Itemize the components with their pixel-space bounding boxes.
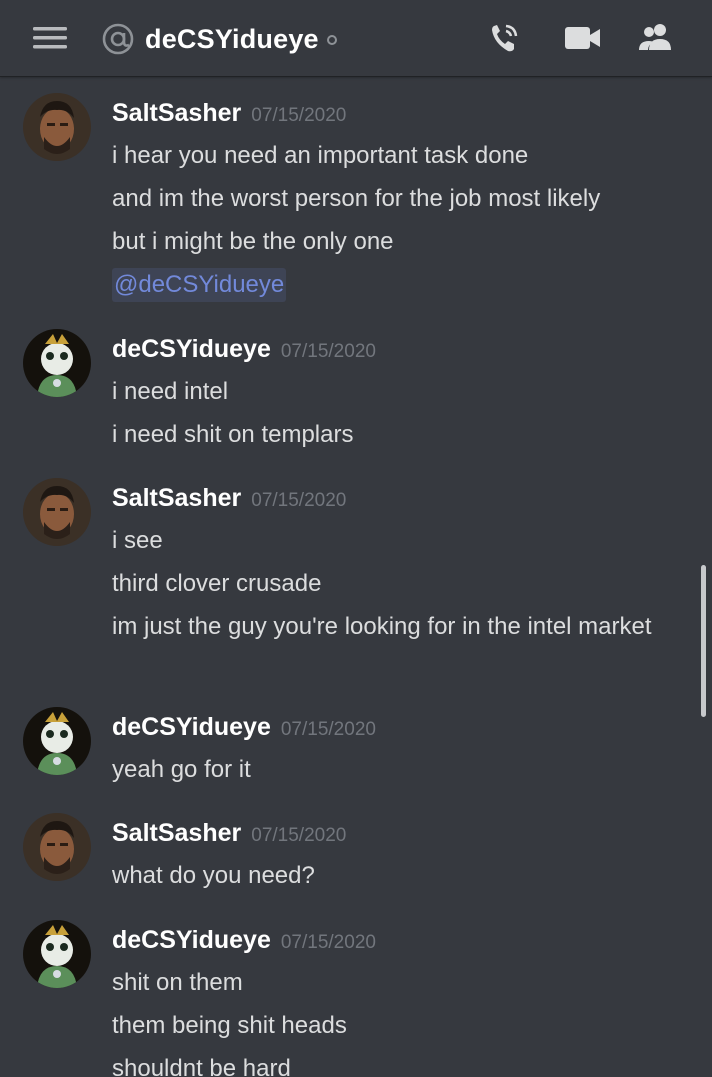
phone-call-icon [492, 24, 518, 52]
message-timestamp: 07/15/2020 [280, 932, 376, 953]
message-text: @deCSYidueye [112, 267, 672, 303]
video-camera-icon [565, 27, 600, 49]
scrollbar-thumb[interactable] [701, 565, 706, 717]
message-timestamp: 07/15/2020 [251, 490, 347, 511]
message-text: shit on them [112, 969, 243, 996]
user-mention[interactable]: @deCSYidueye [112, 268, 287, 302]
call-button[interactable] [484, 18, 528, 58]
members-button[interactable] [634, 18, 678, 58]
message-text: but i might be the only one [112, 228, 394, 255]
message-author[interactable]: SaltSasher [112, 99, 241, 127]
message-text: im just the guy you're looking for in th… [112, 613, 652, 640]
hamburger-menu-icon[interactable] [33, 24, 67, 52]
message-text: i hear you need an important task done [112, 142, 529, 169]
message-text: third clover crusade [112, 570, 322, 597]
message-author[interactable]: deCSYidueye [112, 713, 271, 741]
offline-status-icon [327, 35, 337, 45]
avatar[interactable] [23, 93, 91, 161]
avatar[interactable] [23, 920, 91, 988]
message-timestamp: 07/15/2020 [251, 105, 347, 126]
members-icon [639, 24, 671, 50]
message-text: them being shit heads [112, 1012, 347, 1039]
channel-header: deCSYidueye [0, 0, 712, 77]
message-text: i need intel [112, 378, 229, 405]
message-timestamp: 07/15/2020 [251, 825, 347, 846]
avatar[interactable] [23, 707, 91, 775]
dm-chat-screen: deCSYidueye SaltSasher 07/15/2020 i hear… [0, 0, 712, 1077]
avatar[interactable] [23, 329, 91, 397]
message-text: yeah go for it [112, 756, 251, 783]
channel-name: deCSYidueye [145, 24, 319, 54]
video-call-button[interactable] [560, 18, 604, 58]
message-author[interactable]: deCSYidueye [112, 926, 271, 954]
message-text: shouldnt be hard [112, 1055, 291, 1077]
message-timestamp: 07/15/2020 [280, 719, 376, 740]
message-text: i see [112, 527, 163, 554]
message-author[interactable]: SaltSasher [112, 819, 241, 847]
avatar[interactable] [23, 813, 91, 881]
message-author[interactable]: SaltSasher [112, 484, 241, 512]
message-timestamp: 07/15/2020 [280, 341, 376, 362]
message-author[interactable]: deCSYidueye [112, 335, 271, 363]
message-text: i need shit on templars [112, 421, 354, 448]
message-text: and im the worst person for the job most… [112, 185, 601, 212]
at-sign-icon [101, 22, 135, 56]
avatar[interactable] [23, 478, 91, 546]
message-text: what do you need? [112, 862, 315, 889]
message-list: SaltSasher 07/15/2020 i hear you need an … [0, 77, 712, 1077]
